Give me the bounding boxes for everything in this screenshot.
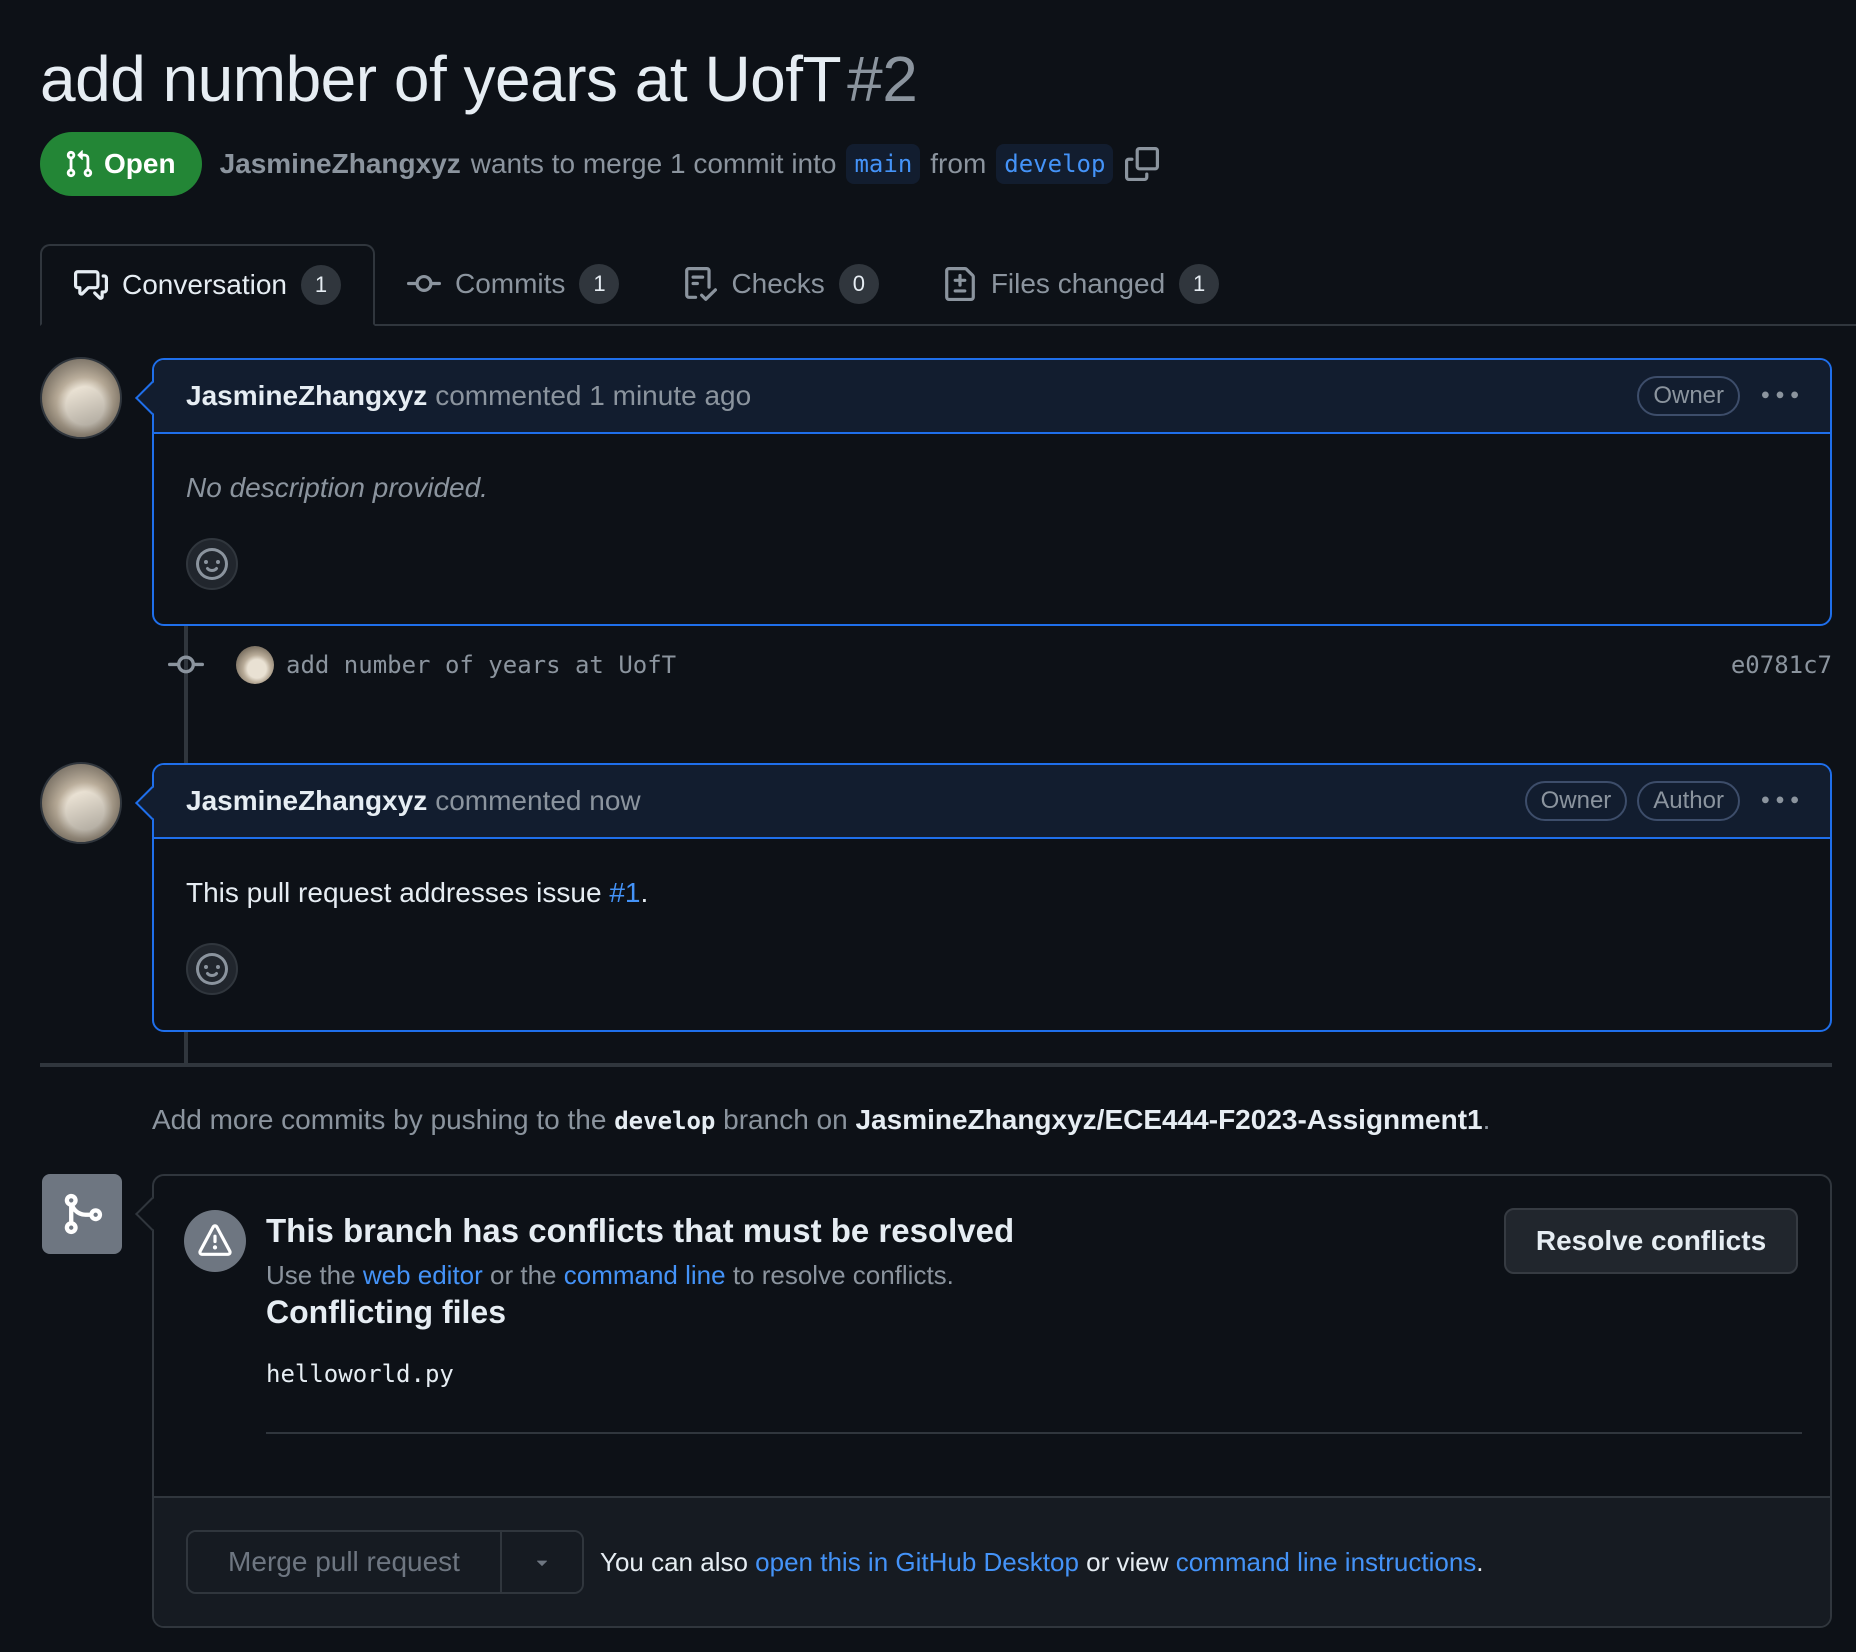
pr-author-link[interactable]: JasmineZhangxyz: [220, 148, 461, 180]
tab-files-changed-count: 1: [1179, 264, 1220, 304]
conflicting-file: helloworld.py: [266, 1360, 454, 1388]
commit-sha[interactable]: e0781c7: [1731, 651, 1832, 679]
conflict-sub-middle: or the: [482, 1260, 564, 1290]
git-commit-icon: [168, 655, 204, 674]
conflicting-files-title: Conflicting files: [266, 1294, 506, 1330]
smiley-icon: [196, 548, 228, 580]
file-diff-icon: [944, 267, 975, 301]
merge-options-dropdown[interactable]: [502, 1532, 582, 1592]
tab-conversation-count: 1: [300, 265, 341, 305]
comment-text-prefix: This pull request addresses issue: [186, 877, 610, 908]
add-reaction-button[interactable]: [186, 943, 238, 995]
merge-box: This branch has conflicts that must be r…: [135, 1174, 1832, 1628]
tab-commits-label: Commits: [454, 268, 566, 299]
github-desktop-link[interactable]: open this in GitHub Desktop: [755, 1547, 1079, 1577]
avatar[interactable]: [40, 762, 122, 844]
timeline-commit: add number of years at UofT e0781c7: [168, 640, 1832, 690]
issue-link[interactable]: #1: [609, 877, 640, 908]
comment-discussion-icon: [74, 270, 108, 300]
comment-timestamp[interactable]: commented 1 minute ago: [435, 380, 751, 412]
kebab-horizontal-icon[interactable]: [1762, 378, 1798, 414]
footer-middle: or view: [1078, 1546, 1176, 1577]
copy-icon[interactable]: [1125, 147, 1160, 181]
pr-number: #2: [847, 43, 918, 115]
commit-author-avatar[interactable]: [236, 646, 274, 684]
state-label: Open: [104, 148, 176, 179]
push-note-prefix: Add more commits by pushing to the: [152, 1104, 615, 1135]
conflict-subtitle: Use the web editor or the command line t…: [266, 1260, 954, 1291]
comment-body: This pull request addresses issue #1.: [154, 839, 1830, 1025]
footer-prefix: You can also: [600, 1546, 756, 1577]
tab-commits[interactable]: Commits 1: [375, 244, 651, 324]
owner-badge: Owner: [1637, 376, 1740, 416]
merge-button-group: Merge pull request: [186, 1530, 584, 1594]
pr-tabs: Conversation 1 Commits 1 Checks 0 Files …: [40, 244, 1856, 326]
pr-status-row: Open JasmineZhangxyz wants to merge 1 co…: [40, 132, 1160, 196]
comment-author[interactable]: JasmineZhangxyz: [186, 785, 427, 817]
triangle-down-icon: [536, 1560, 548, 1566]
merge-from-text: from: [930, 148, 987, 179]
resolve-conflicts-button[interactable]: Resolve conflicts: [1504, 1208, 1798, 1274]
merge-box-pointer: [135, 1197, 169, 1231]
pr-meta: JasmineZhangxyz wants to merge 1 commit …: [220, 144, 1160, 184]
merge-footer-text: You can also open this in GitHub Desktop…: [600, 1547, 1484, 1578]
timeline-divider: [40, 1063, 1832, 1067]
comment-text: No description provided.: [186, 472, 488, 503]
web-editor-link[interactable]: web editor: [363, 1260, 483, 1290]
pr-title: add number of years at UofT: [40, 43, 842, 115]
add-reaction-button[interactable]: [186, 538, 238, 590]
base-branch[interactable]: main: [846, 144, 921, 184]
tab-checks-label: Checks: [731, 268, 825, 299]
repo-link[interactable]: JasmineZhangxyz/ECE444-F2023-Assignment1: [855, 1104, 1482, 1135]
state-badge: Open: [40, 132, 202, 196]
footer-suffix: .: [1476, 1546, 1484, 1577]
comment-author[interactable]: JasmineZhangxyz: [186, 380, 427, 412]
checklist-icon: [685, 267, 718, 301]
tab-files-changed-label: Files changed: [990, 268, 1166, 299]
smiley-icon: [196, 953, 228, 985]
tab-files-changed[interactable]: Files changed 1: [911, 244, 1251, 324]
merge-text: wants to merge 1 commit into: [470, 148, 837, 179]
tab-commits-count: 1: [579, 264, 620, 304]
merge-footer: Merge pull request You can also open thi…: [154, 1496, 1830, 1626]
comment-header: JasmineZhangxyz commented now Owner Auth…: [154, 765, 1830, 839]
author-badge: Author: [1637, 781, 1740, 821]
conflict-title: This branch has conflicts that must be r…: [266, 1212, 1015, 1249]
push-note: Add more commits by pushing to the devel…: [152, 1104, 1490, 1136]
comment-body: No description provided.: [154, 434, 1830, 620]
tab-checks-count: 0: [838, 264, 879, 304]
merge-status-icon: [42, 1174, 122, 1254]
head-branch[interactable]: develop: [996, 144, 1114, 184]
push-note-suffix: .: [1482, 1104, 1491, 1135]
page-title: add number of years at UofT#2: [40, 38, 918, 120]
tab-checks[interactable]: Checks 0: [651, 244, 910, 324]
timeline-line: [184, 1030, 188, 1064]
comment-timestamp[interactable]: commented now: [435, 785, 640, 817]
merge-pull-request-button[interactable]: Merge pull request: [188, 1532, 502, 1592]
comment-text: This pull request addresses issue #1.: [186, 877, 1798, 909]
conflict-sub-prefix: Use the: [266, 1260, 363, 1290]
tab-conversation-label: Conversation: [122, 269, 287, 300]
command-line-link[interactable]: command line: [564, 1260, 726, 1290]
alert-icon: [198, 1224, 232, 1256]
push-note-branch: develop: [614, 1107, 716, 1135]
git-commit-icon: [406, 274, 441, 292]
git-pull-request-icon: [66, 150, 93, 178]
comment-card: JasmineZhangxyz commented now Owner Auth…: [135, 763, 1832, 1032]
kebab-horizontal-icon[interactable]: [1762, 783, 1798, 819]
comment-text-suffix: .: [640, 877, 649, 908]
tab-conversation[interactable]: Conversation 1: [40, 244, 375, 326]
owner-badge: Owner: [1524, 781, 1628, 821]
push-note-middle: branch on: [715, 1104, 856, 1135]
avatar[interactable]: [40, 357, 122, 439]
conflict-divider: [266, 1432, 1802, 1434]
git-merge-icon: [64, 1193, 103, 1235]
conflict-sub-suffix: to resolve conflicts.: [725, 1260, 954, 1290]
comment-header: JasmineZhangxyz commented 1 minute ago O…: [154, 360, 1830, 434]
command-line-instructions-link[interactable]: command line instructions: [1176, 1547, 1477, 1577]
commit-message[interactable]: add number of years at UofT: [286, 651, 676, 679]
alert-icon-badge: [184, 1210, 246, 1272]
comment-card: JasmineZhangxyz commented 1 minute ago O…: [135, 358, 1832, 626]
